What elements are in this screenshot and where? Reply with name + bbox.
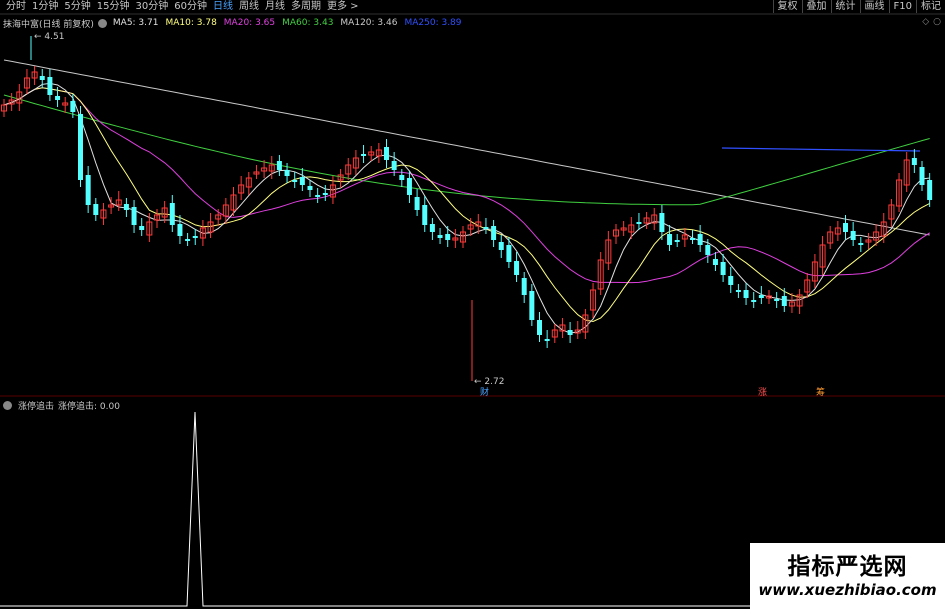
watermark-title: 指标严选网	[787, 554, 908, 580]
candle-body	[192, 236, 198, 238]
candle-body	[919, 167, 925, 185]
watermark-url: www.xuezhibiao.com	[758, 581, 937, 599]
indicator-value: 涨停追击: 0.00	[58, 402, 120, 412]
candle-body	[751, 300, 757, 302]
candle-body	[399, 175, 405, 180]
candle-body	[659, 213, 665, 232]
candle-body	[123, 204, 129, 210]
indicator-info: 涨停追击 涨停追击: 0.00	[3, 399, 120, 412]
candle-body	[712, 259, 718, 265]
candle-body	[70, 101, 76, 112]
candle-body	[322, 193, 328, 195]
candle-body	[276, 161, 282, 170]
high-label: ← 4.51	[34, 32, 64, 42]
candle-body	[521, 278, 527, 295]
candle-body	[384, 147, 389, 160]
candlestick-chart: ← 4.51 ← 2.72财 涨 筹	[0, 13, 945, 607]
candle-body	[491, 226, 497, 240]
candle-body	[315, 195, 321, 197]
candle-body	[47, 77, 53, 95]
candle-body	[185, 239, 191, 241]
candle-body	[544, 339, 550, 341]
candle-body	[307, 186, 313, 190]
candle-body	[85, 175, 91, 205]
ma120-line	[3, 59, 930, 236]
candle-body	[55, 96, 61, 100]
candle-body	[445, 234, 451, 240]
candle-body	[514, 261, 520, 275]
candle-body	[636, 222, 642, 224]
marker-cai: 财	[480, 386, 489, 398]
candle-body	[858, 243, 864, 245]
candle-body	[674, 240, 680, 242]
watermark: 指标严选网 www.xuezhibiao.com	[750, 543, 945, 609]
candle-body	[781, 296, 787, 306]
candle-body	[743, 290, 749, 298]
marker-zhang: 涨	[758, 387, 767, 398]
candle-body	[361, 154, 367, 156]
candle-body	[292, 180, 298, 182]
candle-body	[483, 227, 489, 229]
candle-body	[139, 226, 145, 230]
candle-body	[735, 290, 741, 292]
ma5-line	[3, 82, 930, 334]
candle-body	[529, 291, 535, 320]
ma60-line	[3, 94, 930, 206]
candle-body	[850, 231, 856, 240]
candle-body	[774, 299, 780, 301]
candle-body	[391, 161, 397, 170]
candle-body	[429, 224, 435, 232]
candle-body	[667, 234, 673, 245]
candle-body	[690, 238, 695, 240]
candle-body	[131, 207, 137, 225]
candle-body	[422, 205, 428, 225]
candle-body	[498, 242, 504, 250]
candle-body	[728, 276, 734, 285]
candle-body	[537, 320, 542, 335]
candle-body	[720, 262, 726, 275]
candle-body	[177, 224, 183, 236]
candle-body	[437, 235, 443, 238]
candle-body	[169, 203, 175, 225]
candle-body	[927, 180, 933, 200]
candle-body	[843, 223, 848, 232]
candle-body	[567, 330, 573, 335]
candle-body	[697, 234, 703, 245]
candle-body	[299, 177, 305, 185]
candle-body	[284, 170, 290, 176]
low-label: ← 2.72	[474, 377, 504, 387]
ma10-line	[3, 87, 930, 323]
marker-chou: 筹	[816, 386, 825, 398]
indicator-settings-icon[interactable]	[3, 401, 12, 410]
candle-body	[911, 158, 917, 165]
candle-body	[705, 245, 711, 255]
candle-body	[406, 178, 412, 195]
candle-body	[78, 114, 83, 180]
candle-body	[93, 204, 99, 215]
indicator-name: 涨停追击	[18, 402, 55, 412]
candle-body	[414, 197, 420, 210]
candle-body	[506, 245, 512, 262]
candle-body	[758, 295, 764, 298]
ma20-line	[3, 87, 930, 284]
candle-body	[39, 76, 45, 80]
